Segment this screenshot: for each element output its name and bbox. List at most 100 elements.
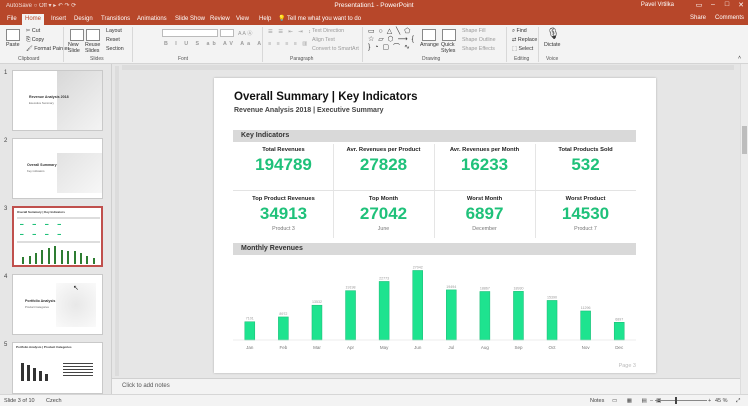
minimize-icon[interactable]: – <box>706 1 720 8</box>
replace-button[interactable]: ⇄ Replace <box>512 37 537 43</box>
select-button[interactable]: ⬚ Select <box>512 46 533 52</box>
slide-canvas[interactable]: Overall Summary | Key Indicators Revenue… <box>214 78 656 373</box>
tab-help[interactable]: Help <box>256 14 274 25</box>
monthly-revenues-header[interactable]: Monthly Revenues <box>233 243 636 255</box>
bar-feb[interactable] <box>278 316 289 341</box>
notes-toggle[interactable]: Notes <box>590 398 604 404</box>
slide-thumbnail-1[interactable]: Revenue Analysis 2018 Executive Summary <box>12 70 103 131</box>
align-text-button[interactable]: Align Text <box>312 37 335 43</box>
group-separator <box>262 27 263 62</box>
kpi-total-revenues[interactable]: Total Revenues 194789 <box>233 147 334 175</box>
kpi-worst-product[interactable]: Worst Product 14530 Product 7 <box>535 196 636 232</box>
reuse-slides-icon[interactable] <box>86 29 100 41</box>
align-icons[interactable]: ≡ ≡ ≡ ≡ ▥ <box>268 41 309 47</box>
find-button[interactable]: ⌕ Find <box>512 28 527 35</box>
tell-me-search[interactable]: 💡 Tell me what you want to do <box>278 15 361 22</box>
cut-button[interactable]: ✂ Cut <box>26 28 40 34</box>
bar-apr[interactable] <box>345 290 356 341</box>
language-indicator[interactable]: Czech <box>46 398 62 404</box>
zoom-slider[interactable] <box>655 400 707 401</box>
notes-pane[interactable]: Click to add notes <box>112 378 740 394</box>
bar-aug[interactable] <box>479 291 491 341</box>
scrollbar-thumb[interactable] <box>742 126 747 154</box>
arrange-icon[interactable] <box>422 29 436 41</box>
tab-file[interactable]: File <box>4 14 20 25</box>
shape-fill-button[interactable]: Shape Fill <box>462 28 486 34</box>
microphone-icon[interactable]: 🎙 <box>546 27 560 40</box>
collapse-ribbon-icon[interactable]: ˄ <box>738 55 741 61</box>
key-indicators-header[interactable]: Key Indicators <box>233 130 636 142</box>
zoom-in-icon[interactable]: + <box>708 398 711 404</box>
maximize-icon[interactable]: □ <box>720 1 734 8</box>
font-format-icons[interactable]: B I U S ab AV Aa A <box>164 41 264 47</box>
bar-oct[interactable] <box>546 300 558 341</box>
tab-slide-show[interactable]: Slide Show <box>172 14 208 25</box>
slide-thumbnail-4[interactable]: Portfolio Analysis Product Categories ↖ <box>12 274 103 335</box>
bar-mar[interactable] <box>311 304 323 341</box>
bar-jul[interactable] <box>446 289 457 341</box>
kpi-sublabel: Product 7 <box>574 226 597 232</box>
close-icon[interactable]: ✕ <box>734 1 748 9</box>
slide-thumbnail-5[interactable]: Portfolio Analysis | Product Categories <box>12 342 103 394</box>
text-direction-button[interactable]: Text Direction <box>312 28 344 34</box>
zoom-out-icon[interactable]: – <box>650 398 653 404</box>
slide-thumbnail-3[interactable]: Overall Summary | Key Indicators ▬▬▬▬ ▬▬… <box>12 206 103 267</box>
view-buttons[interactable]: ▭ ▦ ▤ ▣ <box>612 398 665 404</box>
layout-button[interactable]: Layout <box>106 28 122 34</box>
bar-dec[interactable] <box>613 322 625 341</box>
slide-thumbnail-2[interactable]: Overall Summary Key indicators <box>12 138 103 199</box>
group-label-voice: Voice <box>546 56 559 62</box>
reset-button[interactable]: Reset <box>106 37 120 43</box>
slide-subtitle[interactable]: Revenue Analysis 2018 | Executive Summar… <box>234 107 384 114</box>
font-size-select[interactable] <box>220 29 234 37</box>
slide-thumbnails-pane[interactable]: 1 Revenue Analysis 2018 Executive Summar… <box>0 64 112 394</box>
kpi-avg-revenue-product[interactable]: Avr. Revenues per Product 27828 <box>333 147 434 175</box>
new-slide-icon[interactable] <box>70 29 84 41</box>
list-icons[interactable]: ☰ ☰ ⇤ ⇥ ↕ <box>268 29 313 35</box>
font-family-select[interactable] <box>162 29 218 37</box>
ribbon-display-icon[interactable]: ▭ <box>692 1 706 9</box>
monthly-revenues-chart[interactable]: 7101 Jan 8972 Feb 13532 Mar 19198 Apr 22773 May 27… <box>233 260 636 352</box>
quick-styles-button[interactable]: Quick Styles <box>441 42 457 54</box>
arrange-button[interactable]: Arrange <box>420 42 439 48</box>
new-slide-button[interactable]: New Slide <box>68 42 86 54</box>
user-name[interactable]: Pavel Vrtilka <box>641 2 674 8</box>
bar-may[interactable] <box>378 281 390 341</box>
kpi-avg-revenue-month[interactable]: Avr. Revenues per Month 16233 <box>434 147 535 175</box>
bar-sep[interactable] <box>513 291 524 341</box>
tab-insert[interactable]: Insert <box>48 14 69 25</box>
tab-animations[interactable]: Animations <box>134 14 170 25</box>
shapes-gallery[interactable]: ▭ ○ △ ╲ ⬠ ☆ ▱ ⬡ ⟶ { } ◔ ▢ ⌒ ∿ <box>368 28 418 52</box>
tab-transitions[interactable]: Transitions <box>98 14 133 25</box>
shape-outline-button[interactable]: Shape Outline <box>462 37 496 43</box>
zoom-slider-thumb[interactable] <box>675 397 677 404</box>
kpi-top-product-revenues[interactable]: Top Product Revenues 34913 Product 3 <box>233 196 334 232</box>
bar-jun[interactable] <box>412 270 423 341</box>
paste-button[interactable]: Paste <box>6 42 20 48</box>
slide-title[interactable]: Overall Summary | Key Indicators <box>234 91 417 103</box>
copy-button[interactable]: ⎘ Copy <box>26 37 44 44</box>
convert-smartart-button[interactable]: Convert to SmartArt <box>312 46 359 52</box>
section-button[interactable]: Section <box>106 46 124 52</box>
dictate-button[interactable]: Dictate <box>544 42 561 48</box>
fit-slide-icon[interactable]: ⤢ <box>736 398 740 405</box>
kpi-total-products-sold[interactable]: Total Products Sold 532 <box>535 147 636 175</box>
tab-view[interactable]: View <box>233 14 252 25</box>
vertical-scrollbar[interactable] <box>740 64 748 394</box>
quick-styles-icon[interactable] <box>442 29 456 41</box>
tab-review[interactable]: Review <box>207 14 233 25</box>
tab-home[interactable]: Home <box>22 14 45 25</box>
zoom-level[interactable]: 45 % <box>715 398 728 404</box>
share-button[interactable]: Share <box>690 15 706 21</box>
thumbnail-kpis: ▬▬▬▬ <box>20 222 70 226</box>
kpi-top-month[interactable]: Top Month 27042 June <box>333 196 434 232</box>
kpi-worst-month[interactable]: Worst Month 6897 December <box>434 196 535 232</box>
comments-button[interactable]: Comments <box>715 15 744 21</box>
tab-design[interactable]: Design <box>71 14 96 25</box>
paste-icon[interactable] <box>6 29 20 41</box>
bar-nov[interactable] <box>580 310 591 341</box>
reuse-slides-button[interactable]: Reuse Slides <box>85 42 103 54</box>
bar-jan[interactable] <box>244 321 256 341</box>
shape-effects-button[interactable]: Shape Effects <box>462 46 495 52</box>
font-size-icons[interactable]: A A Ⓐ <box>238 29 252 37</box>
